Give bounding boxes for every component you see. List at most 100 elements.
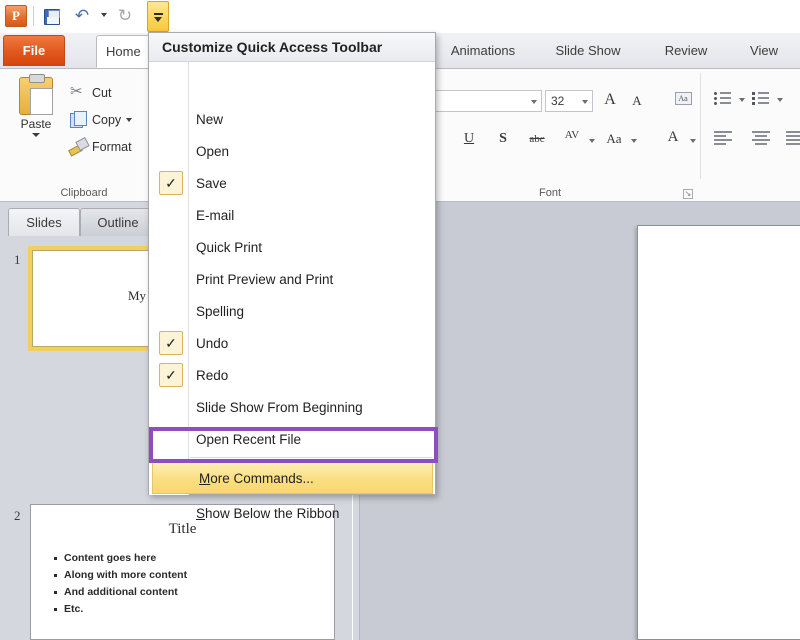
grow-font-button[interactable]: A — [600, 91, 620, 109]
chevron-down-icon[interactable] — [739, 98, 745, 102]
scissors-icon — [68, 84, 88, 102]
powerpoint-window: P ↶ ↻ File Home Animations Slide Show Re… — [0, 0, 800, 640]
menu-item-label: Undo — [196, 336, 228, 351]
menu-item-label: E-mail — [196, 208, 234, 223]
menu-item-label: New — [196, 112, 223, 127]
copy-button[interactable]: Copy — [68, 108, 132, 132]
menu-item-label-rest: ore Commands... — [210, 471, 314, 486]
paste-dropdown-caret-icon[interactable] — [32, 133, 40, 137]
menu-item-label: Save — [196, 176, 227, 191]
menu-item-label: Print Preview and Print — [196, 272, 333, 287]
redo-button[interactable]: ↻ — [113, 5, 137, 28]
format-painter-icon — [68, 138, 88, 156]
tab-slide-show[interactable]: Slide Show — [545, 35, 631, 68]
menu-item-label: Spelling — [196, 304, 244, 319]
slide-number-2: 2 — [14, 508, 21, 524]
chevron-down-icon[interactable] — [777, 98, 783, 102]
chevron-down-icon — [531, 100, 537, 104]
list-item: Along with more content — [53, 569, 334, 581]
format-painter-button[interactable]: Format — [68, 135, 132, 159]
chevron-down-icon[interactable] — [589, 139, 595, 143]
list-item: And additional content — [53, 586, 334, 598]
menu-item-quick-print[interactable]: Quick Print — [150, 231, 435, 263]
save-button[interactable] — [40, 5, 64, 28]
toolbar-divider — [33, 6, 34, 26]
menu-item-print-preview-and-print[interactable]: Print Preview and Print — [150, 263, 435, 295]
menu-item-label: Slide Show From Beginning — [196, 400, 363, 415]
strikethrough-button[interactable]: abc — [524, 133, 550, 145]
menu-separator — [190, 457, 432, 458]
tab-slides[interactable]: Slides — [8, 208, 80, 238]
chevron-down-icon[interactable] — [631, 139, 637, 143]
redo-arrow-icon: ↻ — [118, 8, 132, 25]
slide-1-text: My — [128, 288, 146, 304]
menu-item-more-commands[interactable]: More Commands... — [152, 462, 433, 494]
menu-item-label-rest: how Below the Ribbon — [205, 506, 339, 521]
menu-item-save[interactable]: ✓ Save — [150, 167, 435, 199]
shrink-font-button[interactable]: A — [628, 93, 646, 109]
menu-item-undo[interactable]: ✓ Undo — [150, 327, 435, 359]
tab-file[interactable]: File — [3, 35, 65, 66]
align-left-button[interactable] — [714, 131, 732, 145]
menu-item-label: Open Recent File — [196, 432, 301, 447]
menu-item-redo[interactable]: ✓ Redo — [150, 359, 435, 391]
paste-label: Paste — [8, 117, 64, 131]
tab-outline[interactable]: Outline — [80, 208, 156, 238]
save-floppy-icon — [44, 9, 60, 25]
paste-button[interactable]: Paste — [8, 73, 64, 168]
tab-animations[interactable]: Animations — [440, 35, 526, 68]
menu-item-label: Show Below the Ribbon — [196, 506, 339, 521]
font-dialog-launcher[interactable]: ↘ — [683, 189, 693, 199]
checkmark-icon: ✓ — [159, 331, 183, 355]
checkmark-icon: ✓ — [159, 363, 183, 387]
character-spacing-button[interactable]: AV — [560, 129, 584, 141]
clear-formatting-button[interactable]: Aa — [672, 90, 694, 110]
menu-item-accelerator: S — [196, 506, 205, 521]
align-center-button[interactable] — [752, 131, 770, 145]
menu-item-open-recent-file[interactable]: Open Recent File — [150, 423, 435, 455]
font-name-combobox[interactable] — [432, 90, 542, 112]
customize-quick-access-toolbar-menu[interactable]: Customize Quick Access Toolbar New Open … — [148, 32, 436, 495]
undo-dropdown-caret-icon[interactable] — [101, 13, 107, 17]
powerpoint-logo-icon[interactable]: P — [5, 5, 27, 27]
copy-label: Copy — [92, 113, 121, 127]
chevron-down-icon — [154, 17, 162, 22]
undo-arrow-icon: ↶ — [75, 8, 89, 25]
bullets-button[interactable] — [714, 91, 732, 105]
undo-button[interactable]: ↶ — [70, 5, 94, 28]
menu-item-slide-show-from-beginning[interactable]: Slide Show From Beginning — [150, 391, 435, 423]
menu-item-spelling[interactable]: Spelling — [150, 295, 435, 327]
slide-2-bullets: Content goes here Along with more conten… — [53, 552, 334, 615]
tab-home[interactable]: Home — [96, 35, 150, 68]
font-size-combobox[interactable]: 32 — [545, 90, 593, 112]
text-shadow-button[interactable]: S — [495, 131, 511, 147]
slide-canvas[interactable] — [637, 225, 800, 640]
tab-review[interactable]: Review — [655, 35, 717, 68]
copy-dropdown-caret-icon[interactable] — [126, 118, 132, 122]
cut-button[interactable]: Cut — [68, 81, 111, 105]
menu-item-show-below-the-ribbon[interactable]: Show Below the Ribbon — [150, 497, 435, 529]
align-right-button[interactable] — [786, 131, 800, 145]
menu-item-label: More Commands... — [199, 471, 314, 486]
chevron-bar-icon — [154, 13, 163, 15]
menu-item-label: Quick Print — [196, 240, 262, 255]
group-label-clipboard: Clipboard — [34, 187, 134, 199]
cut-label: Cut — [92, 86, 111, 100]
underline-button[interactable]: U — [461, 131, 477, 147]
customize-quick-access-toolbar-button[interactable] — [147, 1, 169, 32]
list-item: Content goes here — [53, 552, 334, 564]
menu-item-accelerator: M — [199, 471, 210, 486]
chevron-down-icon[interactable] — [690, 139, 696, 143]
menu-item-new[interactable]: New — [150, 103, 435, 135]
menu-title: Customize Quick Access Toolbar — [149, 33, 435, 62]
menu-item-label: Redo — [196, 368, 228, 383]
font-color-button[interactable]: A — [664, 129, 682, 146]
change-case-button[interactable]: Aa — [602, 131, 626, 147]
numbering-button[interactable] — [752, 91, 770, 105]
list-item: Etc. — [53, 603, 334, 615]
menu-item-label: Open — [196, 144, 229, 159]
group-label-font: Font — [505, 187, 595, 199]
menu-item-open[interactable]: Open — [150, 135, 435, 167]
tab-view[interactable]: View — [740, 35, 788, 68]
menu-item-email[interactable]: E-mail — [150, 199, 435, 231]
